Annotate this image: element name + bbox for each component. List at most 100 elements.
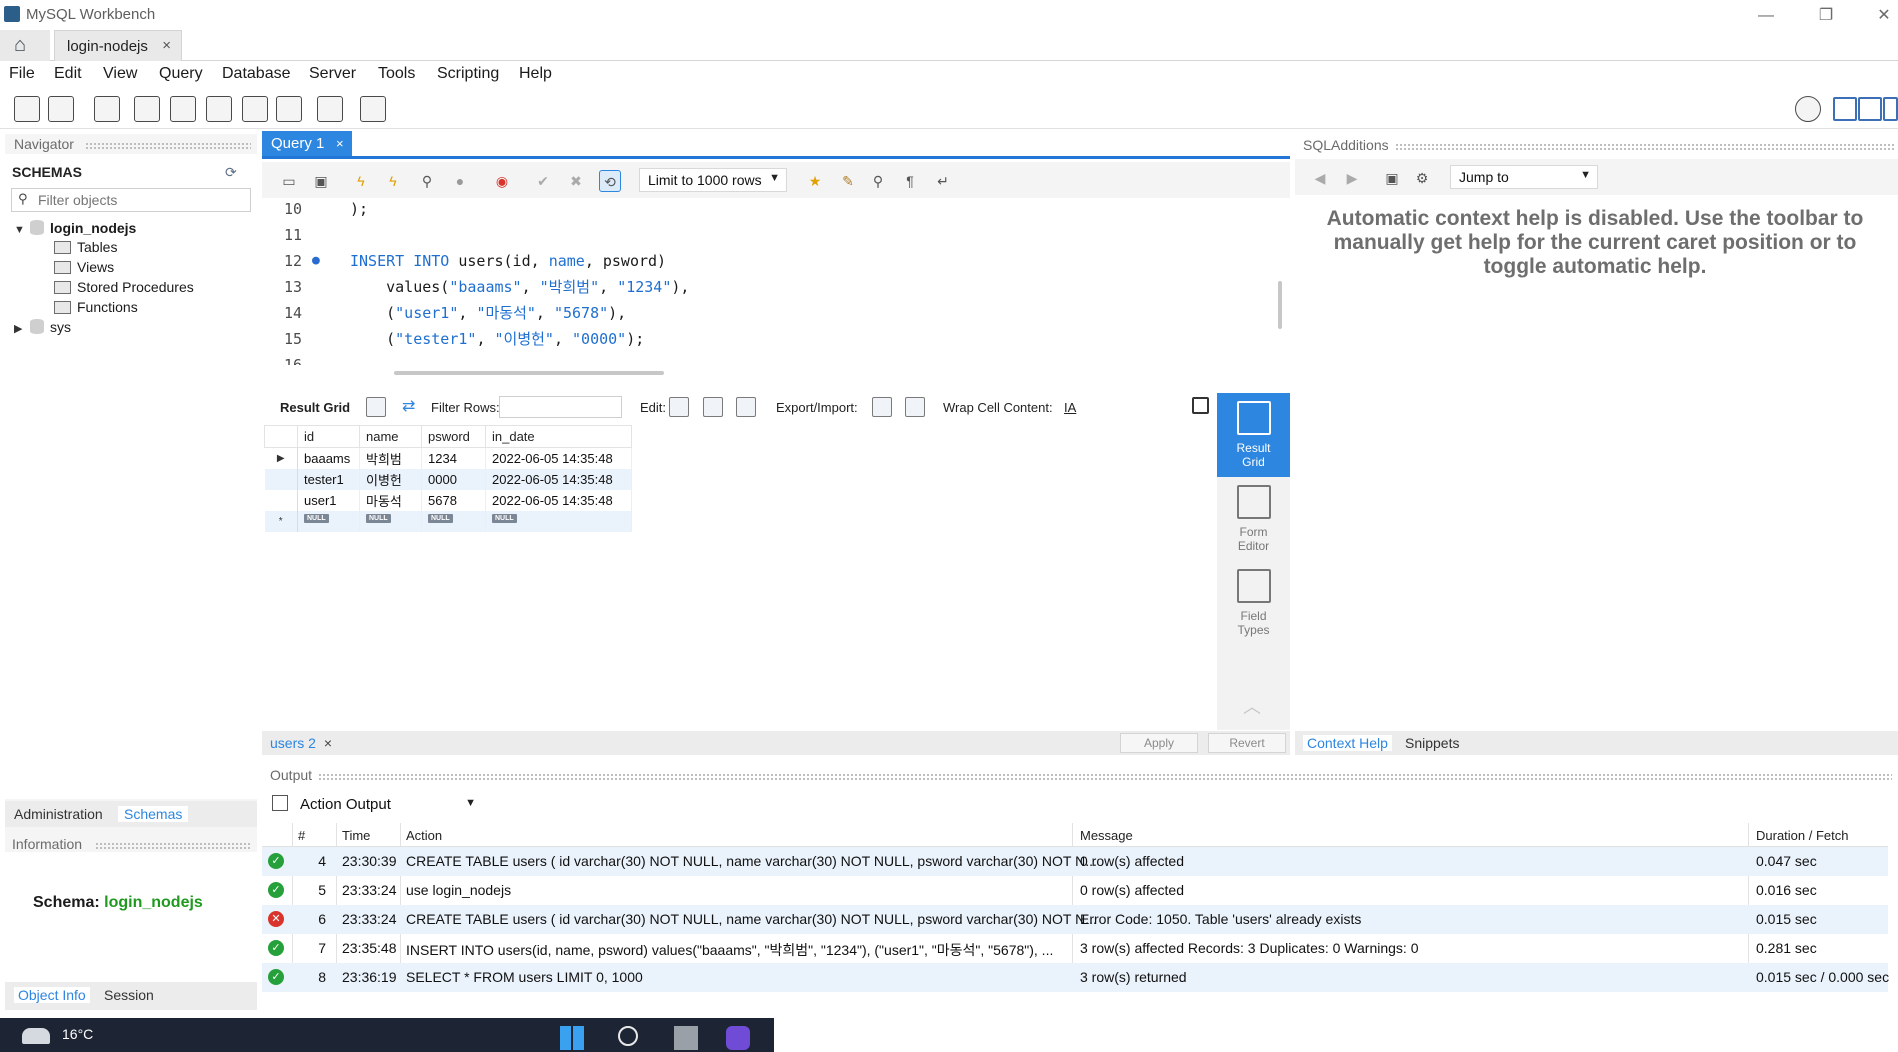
beautify-icon[interactable]: ✎	[837, 170, 859, 192]
preferences-icon[interactable]	[1795, 96, 1821, 122]
cell[interactable]: 이병헌	[359, 468, 422, 490]
code-line[interactable]: 10);	[262, 198, 1272, 222]
menu-scripting[interactable]: Scripting	[437, 65, 499, 83]
editor-horizontal-scrollbar[interactable]	[394, 371, 664, 375]
menu-help[interactable]: Help	[519, 65, 552, 83]
close-tab-icon[interactable]: ×	[324, 735, 332, 751]
manual-help-icon[interactable]: ▣	[1381, 167, 1403, 189]
create-table-icon[interactable]	[170, 96, 196, 122]
tab-administration[interactable]: Administration	[14, 806, 103, 822]
toggle-sidebar-icon[interactable]	[1833, 97, 1857, 121]
tree-item-stored-procedures[interactable]: Stored Procedures	[54, 277, 194, 297]
apply-button[interactable]: Apply	[1120, 733, 1198, 753]
edit-row-icon[interactable]	[669, 397, 689, 417]
new-sql-tab-icon[interactable]	[14, 96, 40, 122]
invisible-chars-icon[interactable]: ¶	[899, 170, 921, 192]
wrap-text-icon[interactable]: IA	[1064, 400, 1076, 415]
scroll-more-icon[interactable]: ︿	[1243, 693, 1261, 719]
revert-button[interactable]: Revert	[1208, 733, 1286, 753]
back-icon[interactable]: ◀	[1309, 167, 1331, 189]
code-line[interactable]: 16	[262, 352, 1272, 365]
search-icon[interactable]	[618, 1026, 638, 1046]
cell[interactable]: baaams	[297, 447, 360, 469]
tree-schema-sys[interactable]: ▶ sys	[14, 317, 71, 337]
inspector-icon[interactable]	[94, 96, 120, 122]
cell[interactable]: tester1	[297, 468, 360, 490]
create-function-icon[interactable]	[276, 96, 302, 122]
expand-arrow-icon[interactable]: ▼	[14, 220, 26, 240]
tree-schema-login-nodejs[interactable]: ▼ login_nodejs	[14, 218, 136, 238]
new-row[interactable]: * NULL NULL NULL NULL	[264, 510, 632, 532]
output-row[interactable]: ✕ 6 23:33:24 CREATE TABLE users ( id varcha…	[262, 905, 1888, 934]
column-header[interactable]: in_date	[485, 425, 632, 448]
filter-objects-field[interactable]: ⚲	[11, 188, 251, 212]
close-tab-icon[interactable]: ×	[162, 37, 171, 54]
null-cell[interactable]: NULL	[297, 510, 360, 532]
open-file-icon[interactable]: ▭	[278, 170, 300, 192]
find-icon[interactable]: ⚲	[867, 170, 889, 192]
menu-file[interactable]: File	[9, 65, 35, 83]
cell[interactable]: 마동석	[359, 489, 422, 511]
tab-session[interactable]: Session	[104, 987, 154, 1003]
editor-vertical-scrollbar[interactable]	[1278, 281, 1282, 329]
refresh-icon[interactable]: ⟳	[225, 164, 237, 181]
cell[interactable]: 박희범	[359, 447, 422, 469]
limit-rows-select[interactable]: Limit to 1000 rows ▼	[639, 168, 787, 192]
autocommit-icon[interactable]: ⟲	[599, 170, 621, 192]
output-row[interactable]: ✓ 8 23:36:19 SELECT * FROM users LIMIT 0, 1…	[262, 963, 1889, 992]
create-procedure-icon[interactable]	[242, 96, 268, 122]
search-table-data-icon[interactable]	[317, 96, 343, 122]
rollback-icon[interactable]: ✖	[565, 170, 587, 192]
cell[interactable]: 2022-06-05 14:35:48	[485, 468, 632, 490]
menu-edit[interactable]: Edit	[54, 65, 82, 83]
menu-view[interactable]: View	[103, 65, 137, 83]
filter-rows-input[interactable]	[499, 396, 622, 418]
output-row[interactable]: ✓ 4 23:30:39 CREATE TABLE users ( id varcha…	[262, 847, 1888, 876]
code-line[interactable]: 15 ("tester1", "이병헌", "0000");	[262, 326, 1272, 352]
cell[interactable]: 2022-06-05 14:35:48	[485, 447, 632, 469]
null-cell[interactable]: NULL	[485, 510, 632, 532]
toggle-secondary-sidebar-icon[interactable]	[1883, 97, 1898, 121]
menu-tools[interactable]: Tools	[378, 65, 415, 83]
refresh-icon[interactable]: ⇄	[402, 396, 415, 416]
close-tab-icon[interactable]: ×	[336, 136, 344, 151]
form-editor-button[interactable]: Form Editor	[1217, 477, 1290, 561]
close-window-button[interactable]: ✕	[1874, 6, 1894, 26]
expand-arrow-icon[interactable]: ▶	[14, 319, 26, 339]
forward-icon[interactable]: ▶	[1341, 167, 1363, 189]
reconnect-icon[interactable]	[360, 96, 386, 122]
chat-app-icon[interactable]	[726, 1026, 750, 1050]
table-row[interactable]: user1 마동석 5678 2022-06-05 14:35:48	[264, 489, 632, 511]
minimize-button[interactable]: —	[1756, 6, 1776, 26]
connection-tab-login-nodejs[interactable]: login-nodejs ×	[54, 30, 182, 61]
code-line[interactable]: 11	[262, 222, 1272, 248]
output-type-select[interactable]: Action Output ▼	[298, 793, 480, 817]
column-header[interactable]: name	[359, 425, 422, 448]
column-header[interactable]: psword	[421, 425, 486, 448]
sql-code-editor[interactable]: 10); 11 12 ● INSERT INTO users(id, name, psw…	[262, 198, 1272, 365]
windows-start-icon[interactable]	[560, 1026, 584, 1050]
home-tab[interactable]: ⌂	[0, 30, 50, 61]
export-icon[interactable]	[872, 397, 892, 417]
save-icon[interactable]: ▣	[310, 170, 332, 192]
word-wrap-icon[interactable]: ↵	[932, 170, 954, 192]
tree-item-views[interactable]: Views	[54, 257, 114, 277]
result-grid-view-button[interactable]: Result Grid	[1217, 393, 1290, 477]
explain-icon[interactable]: ⚲	[416, 170, 438, 192]
output-row[interactable]: ✓ 7 23:35:48 INSERT INTO users(id, name, ps…	[262, 934, 1888, 963]
stop-icon[interactable]: ●	[449, 170, 471, 192]
jump-to-select[interactable]: Jump to ▼	[1450, 165, 1598, 189]
cell[interactable]: 2022-06-05 14:35:48	[485, 489, 632, 511]
tree-item-functions[interactable]: Functions	[54, 297, 138, 317]
cell[interactable]: 5678	[421, 489, 486, 511]
cell[interactable]: user1	[297, 489, 360, 511]
field-types-button[interactable]: Field Types	[1217, 561, 1290, 645]
tab-snippets[interactable]: Snippets	[1405, 735, 1459, 751]
toggle-error-icon[interactable]: ◉	[491, 170, 513, 192]
insert-row-icon[interactable]	[703, 397, 723, 417]
code-line[interactable]: 13 values("baaams", "박희범", "1234"),	[262, 274, 1272, 300]
code-line[interactable]: 12 ● INSERT INTO users(id, name, pswor​d)	[262, 248, 1272, 274]
grid-layout-icon[interactable]	[366, 397, 386, 417]
column-header[interactable]: id	[297, 425, 360, 448]
tab-object-info[interactable]: Object Info	[14, 987, 90, 1003]
